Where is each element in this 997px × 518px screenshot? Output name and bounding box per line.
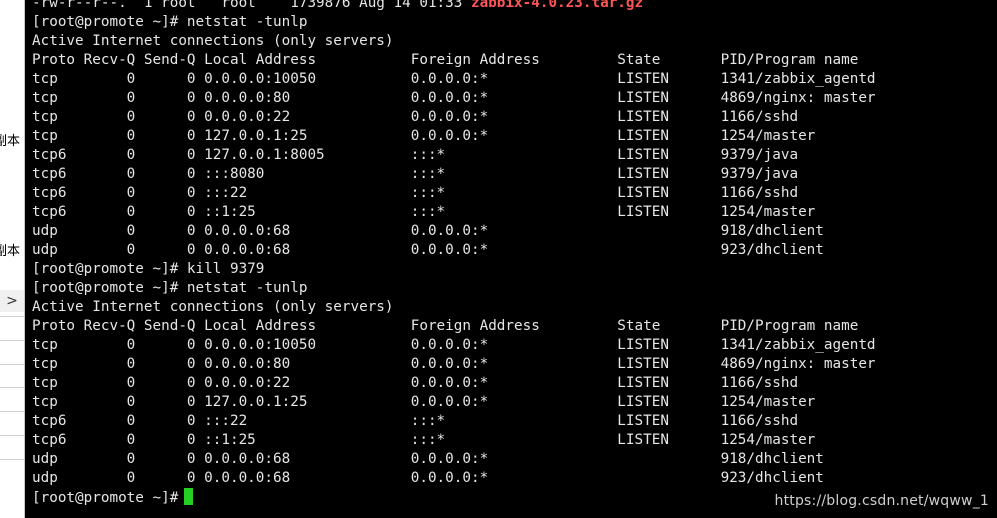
terminal-line: [root@promote ~]# netstat -tunlp bbox=[32, 14, 308, 30]
cursor-block bbox=[184, 488, 194, 505]
terminal-line: tcp 0 0 127.0.0.1:25 0.0.0.0:* LISTEN 12… bbox=[32, 394, 816, 410]
terminal-line: tcp6 0 0 127.0.0.1:8005 :::* LISTEN 9379… bbox=[32, 147, 799, 163]
terminal-line: tcp 0 0 0.0.0.0:22 0.0.0.0:* LISTEN 1166… bbox=[32, 375, 799, 391]
divider bbox=[0, 435, 24, 436]
prompt-text: [root@promote ~]# bbox=[32, 490, 179, 506]
terminal-line: Active Internet connections (only server… bbox=[32, 299, 394, 315]
divider bbox=[0, 364, 24, 365]
terminal-line: [root@promote ~]# kill 9379 bbox=[32, 261, 265, 277]
left-side-panel: 副本 副本 > bbox=[0, 0, 25, 518]
terminal-line: tcp 0 0 0.0.0.0:10050 0.0.0.0:* LISTEN 1… bbox=[32, 71, 876, 87]
divider bbox=[0, 387, 24, 388]
terminal-line: udp 0 0 0.0.0.0:68 0.0.0.0:* 918/dhclien… bbox=[32, 451, 824, 467]
terminal-line-file-listing: -rw-r--r--. 1 root root 1739876 Aug 14 0… bbox=[32, 0, 643, 13]
terminal-prompt-line[interactable]: [root@promote ~]# bbox=[32, 488, 194, 507]
side-label-text: 副本 bbox=[0, 244, 21, 259]
divider bbox=[0, 459, 24, 460]
terminal-line: tcp 0 0 0.0.0.0:10050 0.0.0.0:* LISTEN 1… bbox=[32, 337, 876, 353]
divider bbox=[0, 316, 24, 317]
watermark-text: https://blog.csdn.net/wqww_1 bbox=[774, 493, 989, 509]
side-label: 副本 bbox=[0, 133, 25, 151]
chevron-right-icon[interactable]: > bbox=[0, 290, 24, 312]
terminal-line: Active Internet connections (only server… bbox=[32, 33, 394, 49]
terminal-line: tcp6 0 0 :::8080 :::* LISTEN 9379/java bbox=[32, 166, 799, 182]
divider bbox=[0, 411, 24, 412]
terminal-window[interactable]: -rw-r--r--. 1 root root 1739876 Aug 14 0… bbox=[25, 0, 997, 518]
terminal-line: udp 0 0 0.0.0.0:68 0.0.0.0:* 918/dhclien… bbox=[32, 223, 824, 239]
terminal-line: tcp 0 0 0.0.0.0:22 0.0.0.0:* LISTEN 1166… bbox=[32, 109, 799, 125]
terminal-line: tcp6 0 0 :::22 :::* LISTEN 1166/sshd bbox=[32, 413, 799, 429]
file-listing-text: -rw-r--r--. 1 root root 1739876 Aug 14 0… bbox=[32, 0, 471, 11]
divider bbox=[0, 340, 24, 341]
side-label: 副本 bbox=[0, 243, 25, 261]
terminal-line: tcp6 0 0 ::1:25 :::* LISTEN 1254/master bbox=[32, 204, 816, 220]
terminal-line: [root@promote ~]# netstat -tunlp bbox=[32, 280, 308, 296]
terminal-line: tcp 0 0 0.0.0.0:80 0.0.0.0:* LISTEN 4869… bbox=[32, 90, 876, 106]
terminal-line: udp 0 0 0.0.0.0:68 0.0.0.0:* 923/dhclien… bbox=[32, 470, 824, 486]
highlighted-filename: zabbix-4.0.23.tar.gz bbox=[470, 0, 644, 11]
terminal-line: tcp6 0 0 :::22 :::* LISTEN 1166/sshd bbox=[32, 185, 799, 201]
terminal-line: tcp 0 0 0.0.0.0:80 0.0.0.0:* LISTEN 4869… bbox=[32, 356, 876, 372]
terminal-line: Proto Recv-Q Send-Q Local Address Foreig… bbox=[32, 52, 859, 68]
terminal-line: udp 0 0 0.0.0.0:68 0.0.0.0:* 923/dhclien… bbox=[32, 242, 824, 258]
terminal-line: tcp 0 0 127.0.0.1:25 0.0.0.0:* LISTEN 12… bbox=[32, 128, 816, 144]
terminal-line: tcp6 0 0 ::1:25 :::* LISTEN 1254/master bbox=[32, 432, 816, 448]
side-label-text: 副本 bbox=[0, 134, 21, 149]
terminal-line: Proto Recv-Q Send-Q Local Address Foreig… bbox=[32, 318, 859, 334]
